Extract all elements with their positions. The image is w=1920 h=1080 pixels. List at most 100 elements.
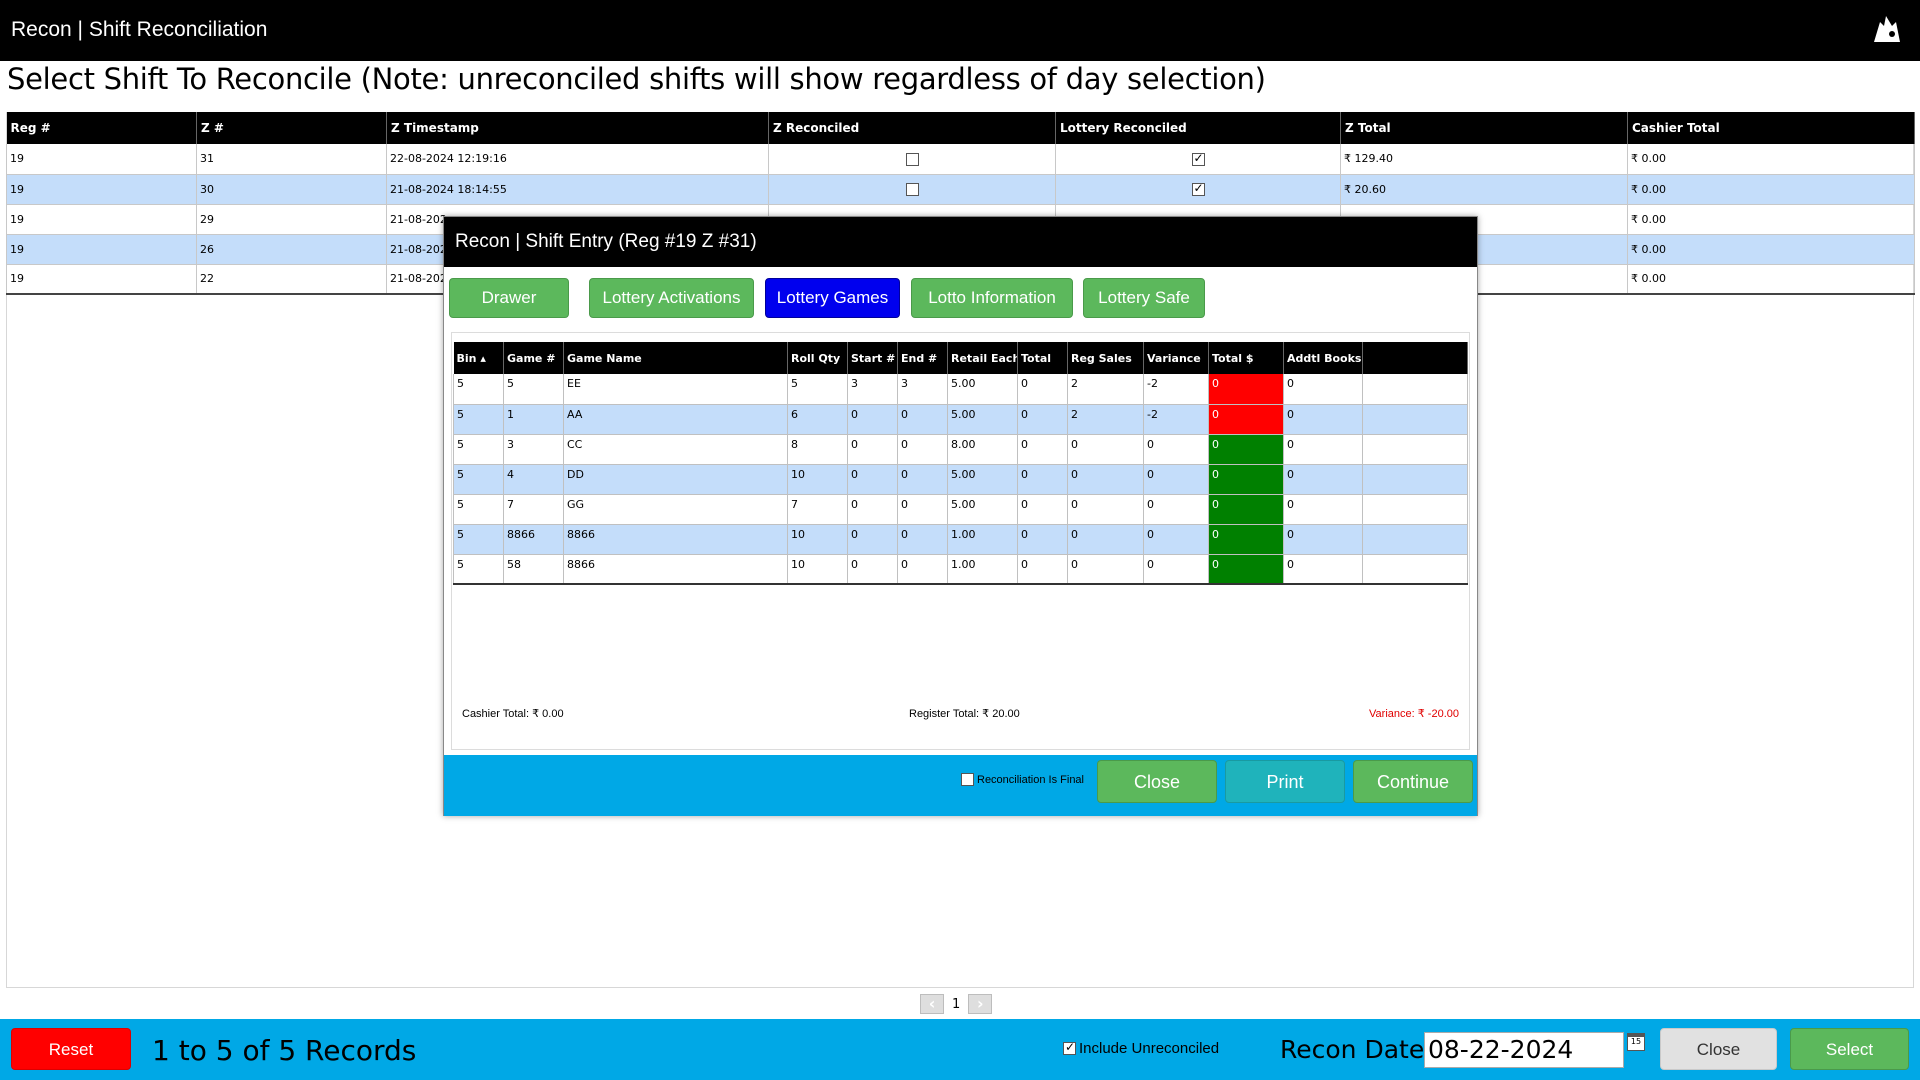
col-filler bbox=[1362, 342, 1468, 374]
col-total-dollars[interactable]: Total $ bbox=[1208, 342, 1284, 374]
pager: ‹ 1 › bbox=[920, 994, 993, 1014]
cell-roll: 10 bbox=[787, 524, 848, 555]
select-button[interactable]: Select bbox=[1790, 1028, 1909, 1070]
include-unreconciled-label: Include Unreconciled bbox=[1079, 1040, 1220, 1057]
col-cashier-total[interactable]: Cashier Total bbox=[1627, 112, 1915, 144]
cell-name: 8866 bbox=[563, 554, 788, 585]
cell-z: 29 bbox=[196, 204, 387, 235]
reset-button[interactable]: Reset bbox=[11, 1028, 131, 1070]
cell-end: 0 bbox=[897, 434, 948, 465]
cell-reg-sales: 0 bbox=[1067, 434, 1144, 465]
col-retail-each[interactable]: Retail Each bbox=[947, 342, 1018, 374]
close-button[interactable]: Close bbox=[1660, 1028, 1777, 1070]
cell-start: 0 bbox=[847, 524, 898, 555]
chevron-right-icon[interactable]: › bbox=[968, 994, 993, 1014]
dialog-footer: Reconciliation Is Final Close Print Cont… bbox=[444, 755, 1477, 816]
cell-start: 3 bbox=[847, 374, 898, 405]
calendar-icon[interactable]: 15 bbox=[1627, 1033, 1645, 1051]
col-z-total[interactable]: Z Total bbox=[1340, 112, 1628, 144]
col-reg[interactable]: Reg # bbox=[6, 112, 197, 144]
cell-variance: 0 bbox=[1143, 554, 1209, 585]
tab-lotto-information[interactable]: Lotto Information bbox=[911, 278, 1073, 318]
z-reconciled-checkbox[interactable] bbox=[905, 182, 919, 196]
cell-cashier-total: ₹ 0.00 bbox=[1627, 174, 1915, 205]
cell-game: 7 bbox=[503, 494, 564, 525]
cell-game: 5 bbox=[503, 374, 564, 405]
game-row[interactable]: 5 7 GG 7 0 0 5.00 0 0 0 0 0 bbox=[453, 494, 1468, 525]
chevron-left-icon[interactable]: ‹ bbox=[920, 994, 944, 1014]
recon-date-input[interactable]: 08-22-2024 bbox=[1424, 1032, 1624, 1068]
cell-bin: 5 bbox=[453, 434, 504, 465]
cell-cashier-total: ₹ 0.00 bbox=[1627, 204, 1915, 235]
cell-total: 0 bbox=[1017, 494, 1068, 525]
cell-filler bbox=[1362, 374, 1468, 405]
cell-variance: -2 bbox=[1143, 404, 1209, 435]
cell-reg-sales: 0 bbox=[1067, 524, 1144, 555]
cell-game: 1 bbox=[503, 404, 564, 435]
lottery-reconciled-checkbox[interactable] bbox=[1191, 181, 1205, 196]
col-z[interactable]: Z # bbox=[196, 112, 387, 144]
cell-total: 0 bbox=[1017, 404, 1068, 435]
cell-retail: 5.00 bbox=[947, 404, 1018, 435]
col-z-reconciled[interactable]: Z Reconciled bbox=[768, 112, 1056, 144]
col-game-name[interactable]: Game Name bbox=[563, 342, 788, 374]
cell-lottery-reconciled bbox=[1055, 174, 1341, 205]
col-variance[interactable]: Variance bbox=[1143, 342, 1209, 374]
game-row[interactable]: 5 3 CC 8 0 0 8.00 0 0 0 0 0 bbox=[453, 434, 1468, 465]
cell-variance: 0 bbox=[1143, 434, 1209, 465]
reconciliation-final-checkbox[interactable] bbox=[961, 773, 974, 786]
print-button[interactable]: Print bbox=[1225, 760, 1345, 803]
game-row[interactable]: 5 4 DD 10 0 0 5.00 0 0 0 0 0 bbox=[453, 464, 1468, 495]
table-row[interactable]: 193021-08-2024 18:14:55 ₹ 20.60₹ 0.00 bbox=[6, 174, 1915, 205]
col-addtl-books[interactable]: Addtl Books bbox=[1283, 342, 1363, 374]
cell-filler bbox=[1362, 404, 1468, 435]
col-z-timestamp[interactable]: Z Timestamp bbox=[386, 112, 769, 144]
cell-retail: 5.00 bbox=[947, 464, 1018, 495]
cell-roll: 10 bbox=[787, 554, 848, 585]
tab-lottery-games[interactable]: Lottery Games bbox=[765, 278, 900, 318]
cell-reg: 19 bbox=[6, 204, 197, 235]
page-heading: Select Shift To Reconcile (Note: unrecon… bbox=[7, 62, 1266, 96]
z-reconciled-checkbox[interactable] bbox=[905, 152, 919, 166]
col-lottery-reconciled[interactable]: Lottery Reconciled bbox=[1055, 112, 1341, 144]
variance-total: Variance: ₹ -20.00 bbox=[1369, 708, 1459, 720]
game-row[interactable]: 5 1 AA 6 0 0 5.00 0 2 -2 0 0 bbox=[453, 404, 1468, 435]
cell-total: 0 bbox=[1017, 434, 1068, 465]
tab-lottery-activations[interactable]: Lottery Activations bbox=[589, 278, 754, 318]
col-bin[interactable]: Bin ▴ bbox=[453, 342, 504, 374]
dialog-close-button[interactable]: Close bbox=[1097, 760, 1217, 803]
cell-addtl: 0 bbox=[1283, 554, 1363, 585]
col-start[interactable]: Start # bbox=[847, 342, 898, 374]
cell-reg-sales: 2 bbox=[1067, 404, 1144, 435]
cell-variance: -2 bbox=[1143, 374, 1209, 405]
cell-filler bbox=[1362, 494, 1468, 525]
cell-variance: 0 bbox=[1143, 494, 1209, 525]
reconciliation-final-label: Reconciliation Is Final bbox=[977, 773, 1084, 786]
tab-drawer[interactable]: Drawer bbox=[449, 278, 569, 318]
include-unreconciled-checkbox[interactable] bbox=[1063, 1040, 1076, 1055]
cell-addtl: 0 bbox=[1283, 524, 1363, 555]
col-end[interactable]: End # bbox=[897, 342, 948, 374]
cell-z-total: ₹ 20.60 bbox=[1340, 174, 1628, 205]
lottery-reconciled-checkbox[interactable] bbox=[1191, 151, 1205, 166]
cell-end: 3 bbox=[897, 374, 948, 405]
col-game-number[interactable]: Game # bbox=[503, 342, 564, 374]
tab-lottery-safe[interactable]: Lottery Safe bbox=[1083, 278, 1205, 318]
cell-filler bbox=[1362, 464, 1468, 495]
cell-retail: 8.00 bbox=[947, 434, 1018, 465]
cell-roll: 8 bbox=[787, 434, 848, 465]
game-row[interactable]: 5 58 8866 10 0 0 1.00 0 0 0 0 0 bbox=[453, 554, 1468, 585]
game-row[interactable]: 5 8866 8866 10 0 0 1.00 0 0 0 0 0 bbox=[453, 524, 1468, 555]
table-row[interactable]: 193122-08-2024 12:19:16 ₹ 129.40₹ 0.00 bbox=[6, 144, 1915, 175]
page-number[interactable]: 1 bbox=[952, 997, 960, 1012]
cell-total-usd: 0 bbox=[1208, 494, 1284, 525]
col-reg-sales[interactable]: Reg Sales bbox=[1067, 342, 1144, 374]
col-roll-qty[interactable]: Roll Qty bbox=[787, 342, 848, 374]
col-total[interactable]: Total bbox=[1017, 342, 1068, 374]
continue-button[interactable]: Continue bbox=[1353, 760, 1473, 803]
include-unreconciled[interactable]: Include Unreconciled bbox=[1063, 1040, 1219, 1057]
cell-bin: 5 bbox=[453, 524, 504, 555]
cell-total-usd: 0 bbox=[1208, 524, 1284, 555]
reconciliation-final[interactable]: Reconciliation Is Final bbox=[961, 773, 1084, 786]
game-row[interactable]: 5 5 EE 5 3 3 5.00 0 2 -2 0 0 bbox=[453, 374, 1468, 405]
